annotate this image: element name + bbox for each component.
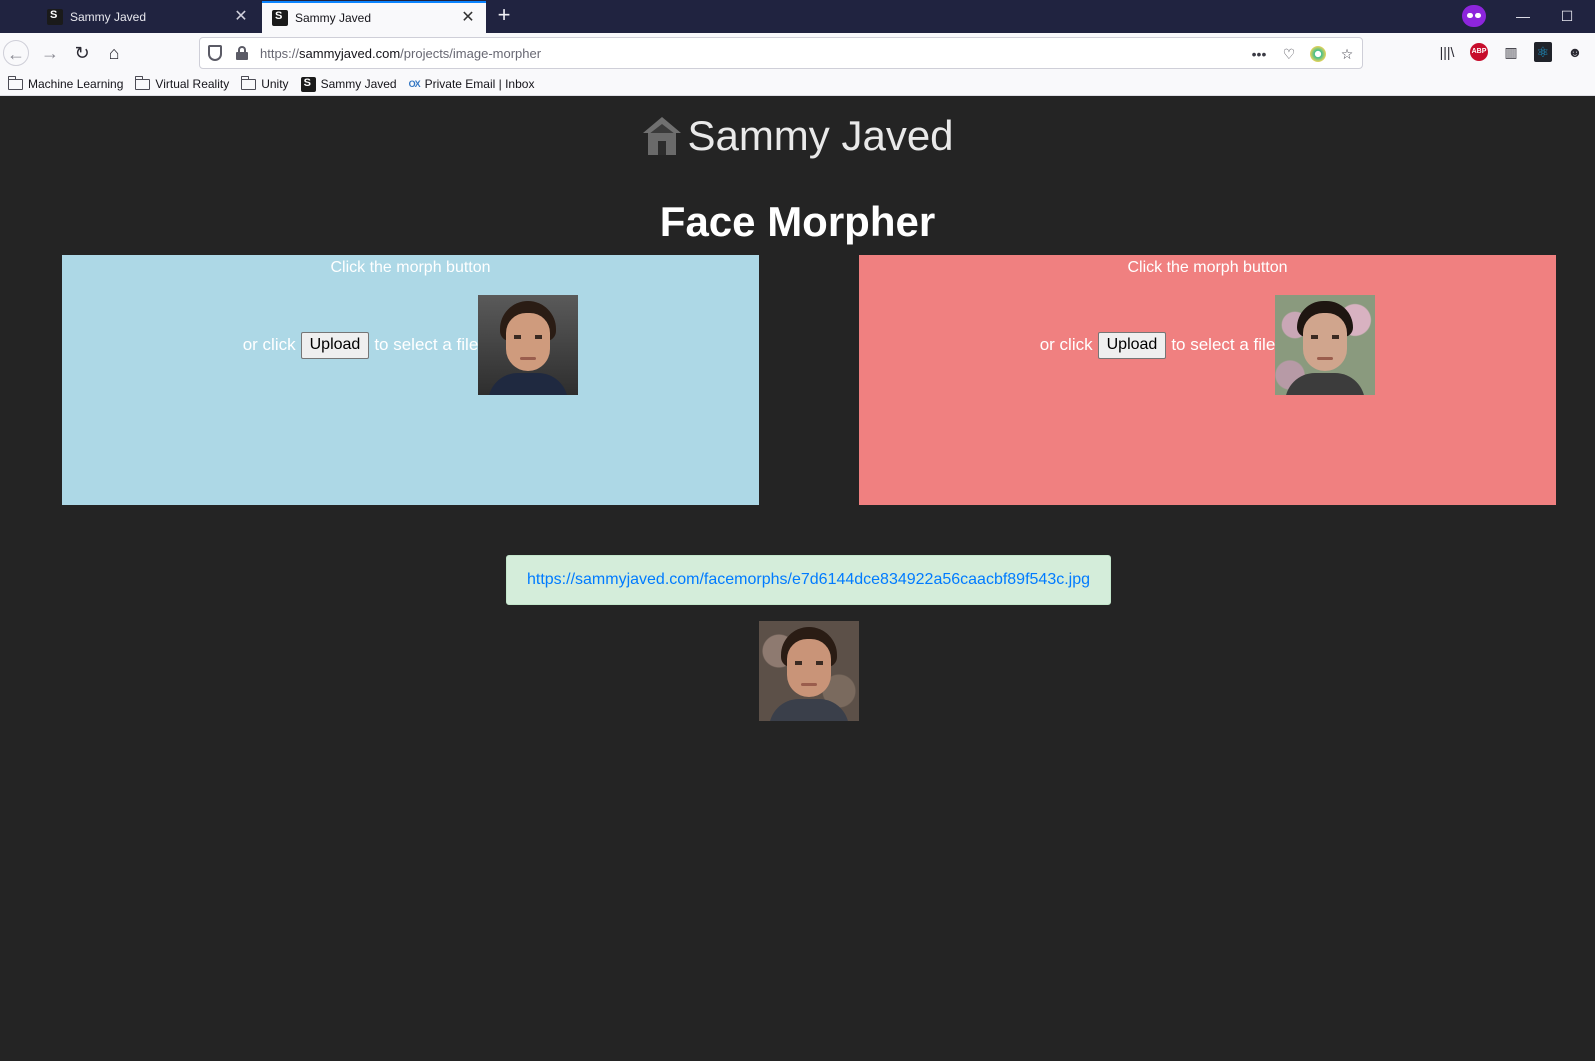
site-favicon — [272, 10, 288, 26]
tab-title: Sammy Javed — [295, 11, 372, 25]
minimize-icon[interactable]: — — [1511, 4, 1535, 28]
bookmark-label: Unity — [261, 77, 289, 91]
account-icon[interactable]: ☻ — [1566, 42, 1584, 62]
upload-prefix-text: or click — [242, 335, 296, 354]
url-host: sammyjaved.com — [299, 46, 401, 61]
reload-icon[interactable]: ↻ — [69, 40, 95, 66]
bookmark-unity[interactable]: Unity — [240, 75, 289, 91]
drop-zone-left[interactable]: Click the morph button or click Upload t… — [62, 255, 759, 505]
site-favicon — [300, 76, 316, 92]
folder-icon — [240, 75, 257, 90]
result-url-link[interactable]: https://sammyjaved.com/facemorphs/e7d614… — [527, 571, 1090, 589]
bookmark-label: Private Email | Inbox — [424, 77, 535, 91]
site-header: Sammy Javed — [0, 106, 1595, 166]
drop-zone-right[interactable]: Click the morph button or click Upload t… — [859, 255, 1556, 505]
home-icon[interactable]: ⌂ — [101, 40, 127, 66]
site-title[interactable]: Sammy Javed — [687, 112, 953, 160]
private-browsing-mask-icon — [1462, 5, 1486, 27]
extension-icon[interactable] — [1310, 46, 1326, 62]
pocket-icon[interactable]: ♡ — [1280, 46, 1298, 63]
folder-icon — [7, 75, 23, 90]
tab-sammy-javed-2[interactable]: Sammy Javed ✕ — [262, 1, 486, 33]
tracking-protection-shield-icon[interactable] — [208, 45, 222, 61]
url-text[interactable]: https://sammyjaved.com/projects/image-mo… — [260, 46, 541, 61]
face-thumbnail-right — [1275, 295, 1376, 395]
back-arrow-icon[interactable]: ← — [3, 40, 29, 66]
page-actions-icon[interactable]: ••• — [1250, 46, 1268, 62]
maximize-icon[interactable]: ☐ — [1555, 4, 1579, 28]
react-devtools-icon[interactable]: ⚛ — [1534, 42, 1552, 62]
bookmark-label: Virtual Reality — [155, 77, 230, 91]
upload-suffix-text: to select a file — [1171, 335, 1276, 354]
upload-button-right[interactable]: Upload — [1097, 331, 1167, 359]
tab-sammy-javed-1[interactable]: Sammy Javed ✕ — [37, 1, 259, 33]
address-bar[interactable]: https://sammyjaved.com/projects/image-mo… — [199, 37, 1363, 69]
sidebar-icon[interactable]: ▥ — [1502, 42, 1520, 62]
bookmark-sammy-javed[interactable]: Sammy Javed — [300, 76, 397, 92]
close-tab-icon[interactable]: ✕ — [460, 10, 476, 26]
tab-strip: Sammy Javed ✕ Sammy Javed ✕ + — ☐ — [0, 0, 1595, 33]
drop-zone-hint: Click the morph button — [1127, 259, 1288, 276]
bookmark-private-email[interactable]: OX Private Email | Inbox — [409, 77, 535, 91]
navigation-toolbar: ← → ↻ ⌂ https://sammyjaved.com/projects/… — [0, 33, 1595, 73]
url-scheme: https:// — [260, 46, 300, 61]
new-tab-icon[interactable]: + — [492, 4, 516, 28]
folder-icon — [134, 75, 151, 90]
bookmark-label: Machine Learning — [28, 77, 124, 91]
face-thumbnail-left — [478, 295, 579, 395]
morphed-face-image — [759, 621, 859, 721]
bookmark-star-icon[interactable]: ☆ — [1338, 46, 1356, 63]
page-title: Face Morpher — [659, 198, 936, 245]
drop-zone-hint: Click the morph button — [330, 259, 491, 276]
tab-title: Sammy Javed — [70, 10, 147, 24]
forward-arrow-icon[interactable]: → — [37, 40, 63, 66]
bookmarks-toolbar: Machine Learning Virtual Reality Unity S… — [0, 73, 1595, 96]
ox-favicon: OX — [408, 79, 421, 89]
upload-prefix-text: or click — [1039, 335, 1093, 354]
site-favicon — [47, 9, 63, 25]
adblock-plus-icon[interactable]: ABP — [1470, 43, 1488, 61]
upload-button-left[interactable]: Upload — [300, 331, 370, 359]
result-alert: https://sammyjaved.com/facemorphs/e7d614… — [506, 555, 1111, 605]
close-tab-icon[interactable]: ✕ — [233, 9, 249, 25]
house-icon[interactable] — [641, 115, 683, 157]
lock-icon[interactable] — [236, 46, 248, 60]
bookmark-machine-learning[interactable]: Machine Learning — [7, 75, 124, 91]
library-icon[interactable]: |||\ — [1438, 42, 1456, 62]
upload-suffix-text: to select a file — [374, 335, 479, 354]
url-path: /projects/image-morpher — [400, 46, 542, 61]
bookmark-label: Sammy Javed — [320, 77, 397, 91]
bookmark-virtual-reality[interactable]: Virtual Reality — [134, 75, 230, 91]
